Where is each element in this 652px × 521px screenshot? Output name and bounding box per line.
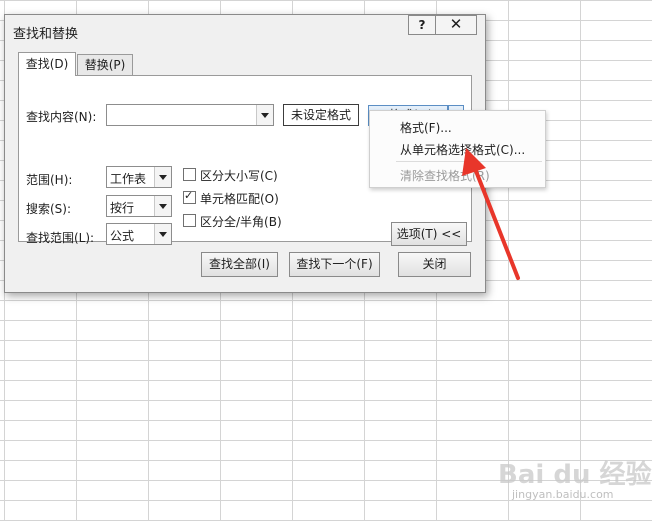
arrow-head <box>462 148 486 176</box>
watermark-logo: Bai du 经验 <box>498 460 652 490</box>
watermark-url: jingyan.baidu.com <box>512 488 614 501</box>
arrow-shaft <box>472 164 520 280</box>
annotation-arrow <box>462 148 520 280</box>
tab-find[interactable]: 查找(D) <box>18 52 76 76</box>
